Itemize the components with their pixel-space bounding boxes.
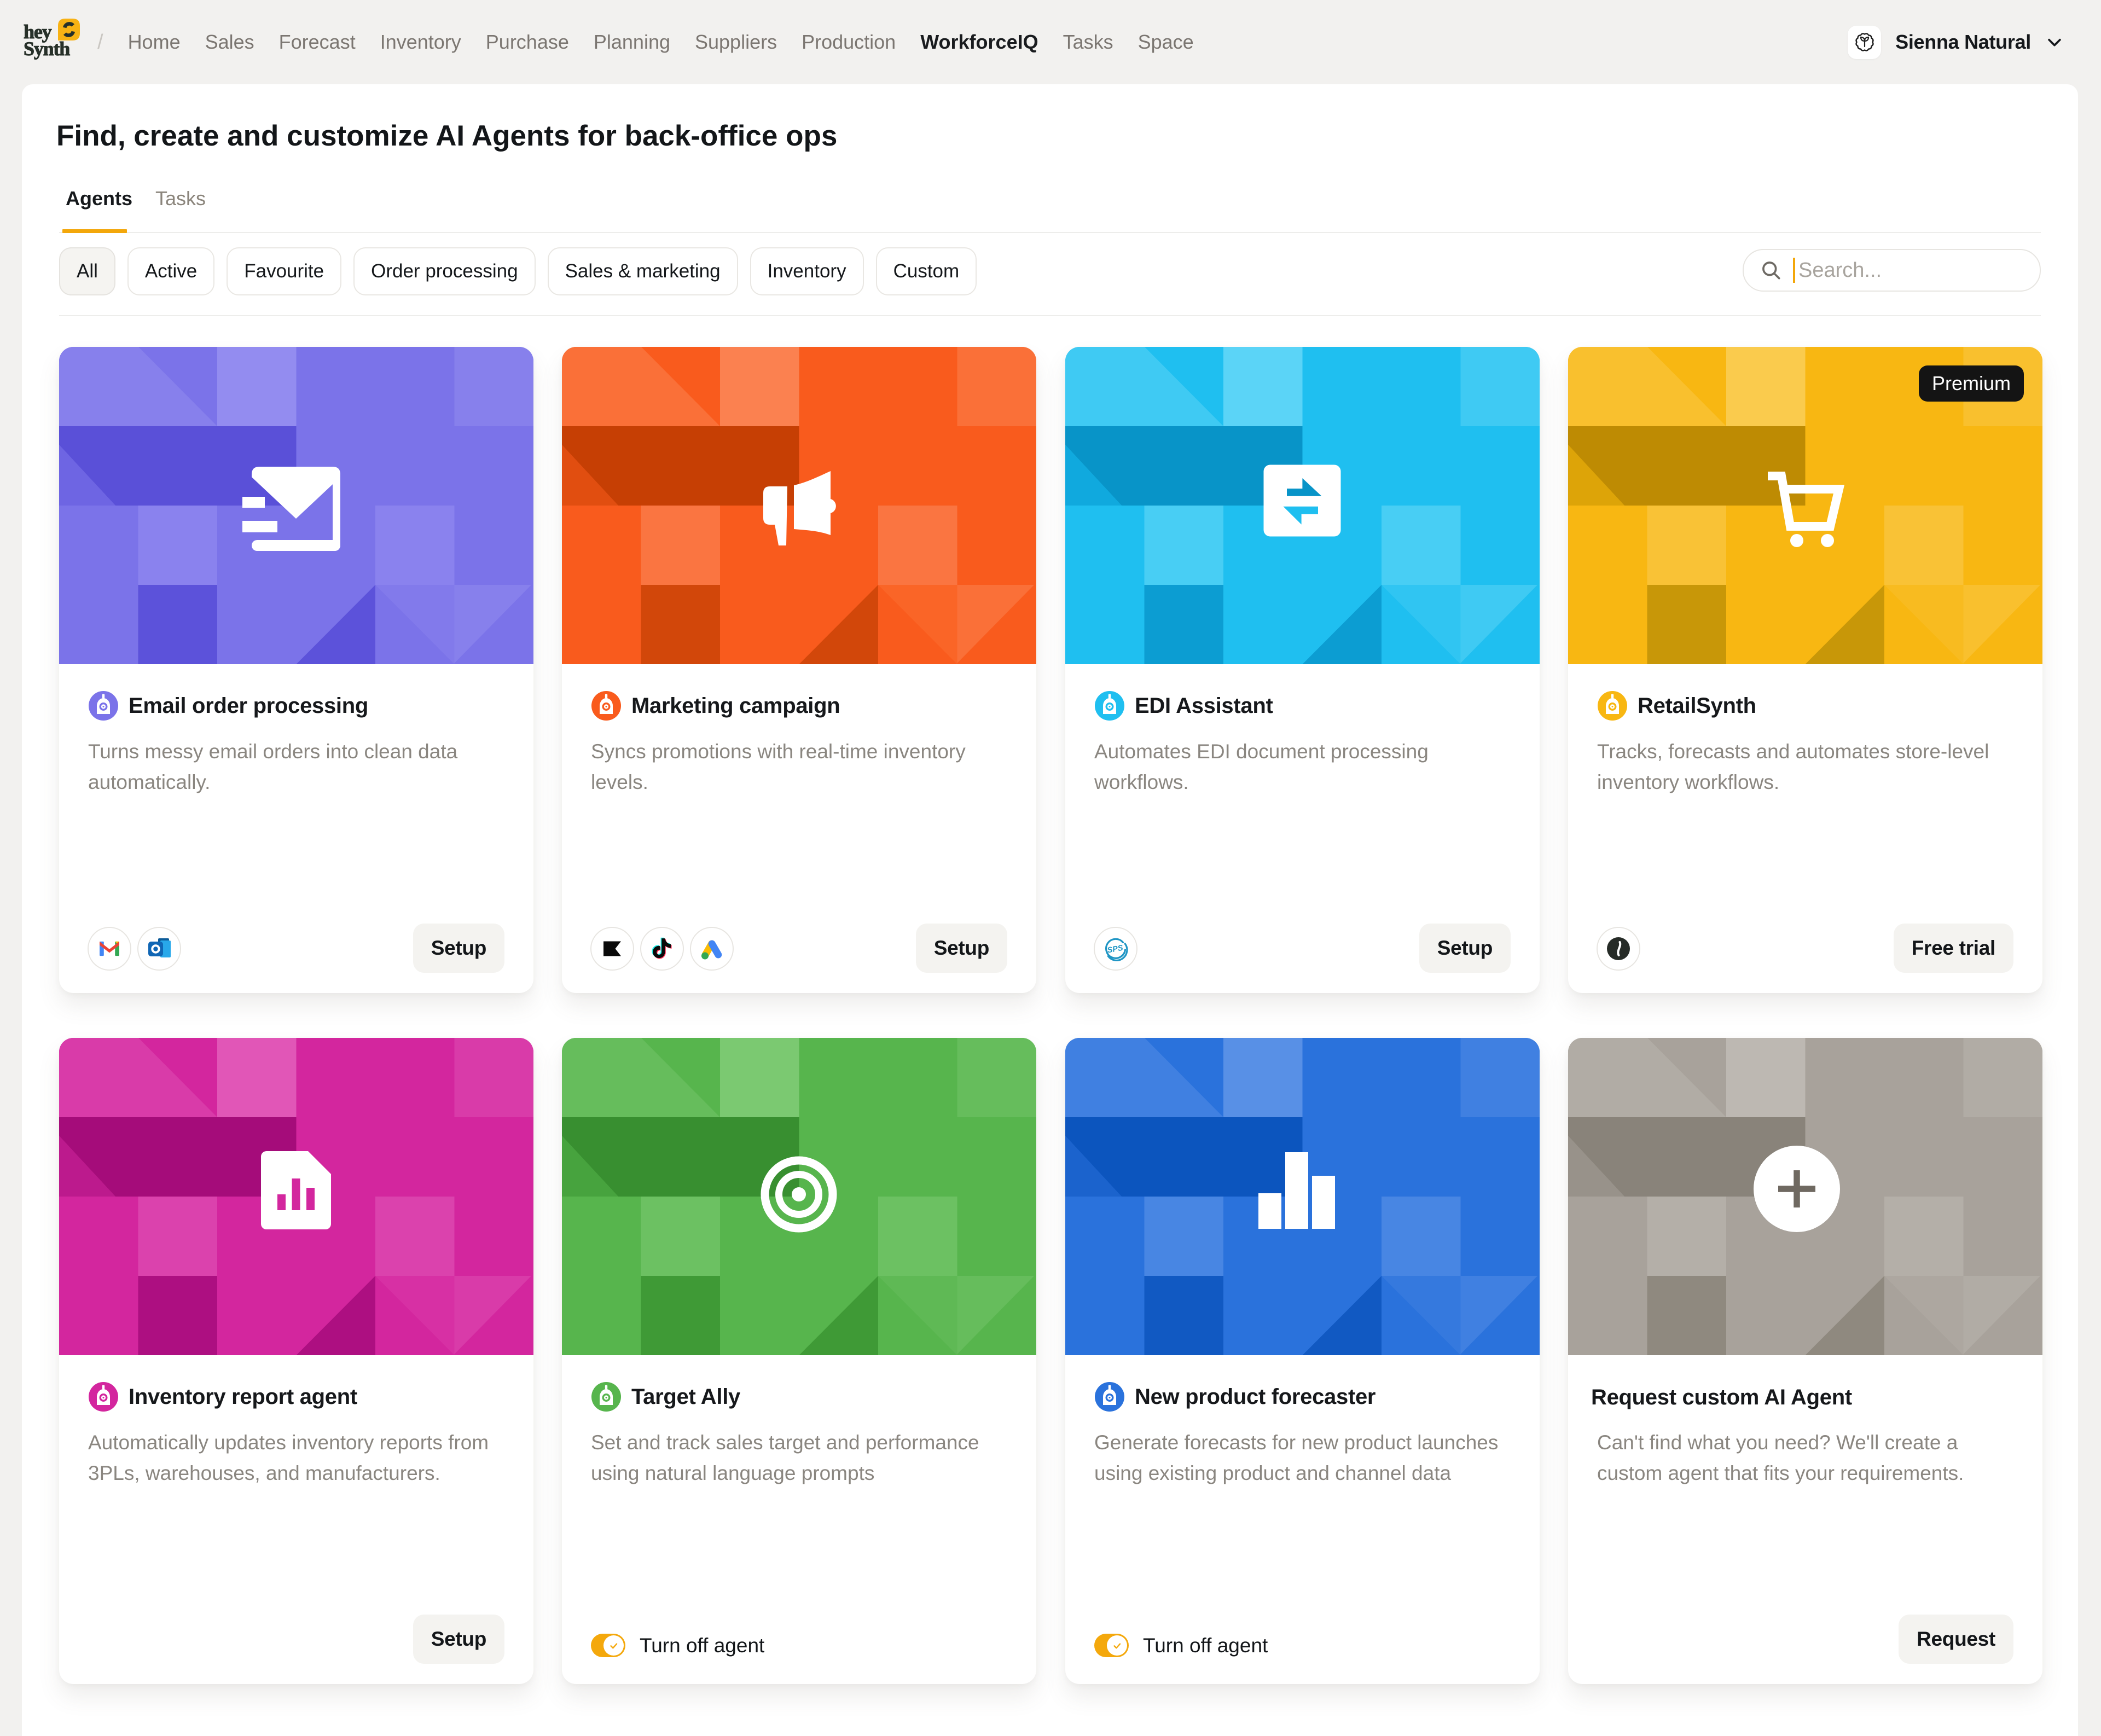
svg-text:SPS: SPS xyxy=(1107,944,1124,955)
